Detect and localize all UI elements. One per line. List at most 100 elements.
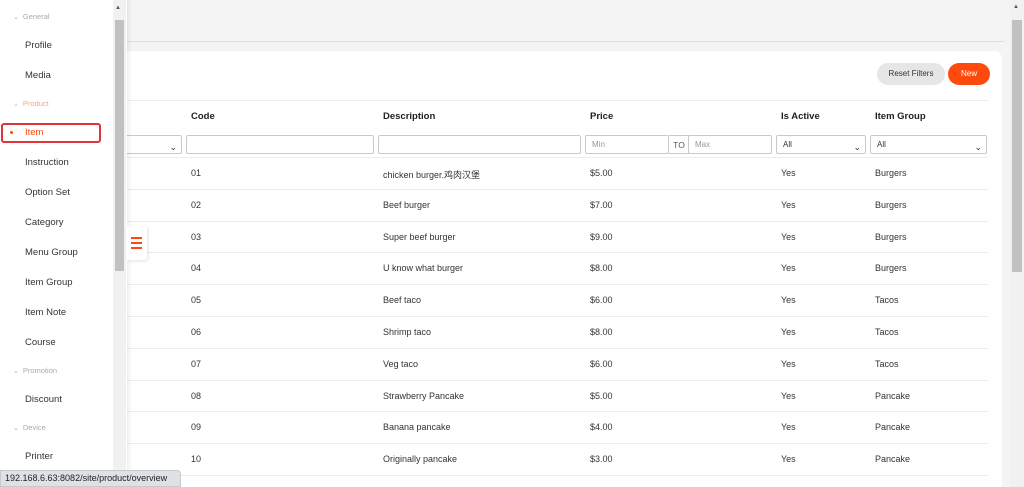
price-min-placeholder: Min xyxy=(592,140,605,149)
item-group-select-value: All xyxy=(877,140,886,149)
header-price[interactable]: Price xyxy=(590,111,613,122)
page-scrollbar-thumb[interactable] xyxy=(1012,20,1022,272)
item-group-select[interactable]: All ⌄ xyxy=(870,135,987,154)
section-label: Product xyxy=(22,99,49,108)
hamburger-icon xyxy=(131,237,142,239)
header-divider xyxy=(127,41,1004,42)
cell-description: Originally pancake xyxy=(383,454,458,465)
sidebar-scrollbar-thumb[interactable] xyxy=(115,20,124,271)
sidebar-item-printer[interactable]: Printer xyxy=(25,451,53,462)
header-code[interactable]: Code xyxy=(191,111,215,122)
cell-description: chicken burger.鸡肉汉堡 xyxy=(383,170,481,180)
cell-item-group: Burgers xyxy=(875,231,907,242)
cell-price: $8.00 xyxy=(590,327,613,337)
chevron-down-icon: ⌄ xyxy=(853,142,861,152)
cell-is-active: Yes xyxy=(781,231,796,242)
sidebar-item-media[interactable]: Media xyxy=(25,70,51,81)
sidebar-item-menu-group[interactable]: Menu Group xyxy=(25,247,78,258)
price-max-input[interactable]: Max xyxy=(688,135,772,154)
cell-item-group: Burgers xyxy=(875,168,907,178)
scroll-up-arrow-icon[interactable]: ▲ xyxy=(115,5,121,11)
row-divider xyxy=(127,443,988,445)
sidebar-item-option-set[interactable]: Option Set xyxy=(25,187,70,198)
cell-is-active: Yes xyxy=(781,358,796,369)
sidebar-item-discount[interactable]: Discount xyxy=(25,394,62,405)
row-divider xyxy=(127,411,988,413)
price-max-placeholder: Max xyxy=(695,140,711,149)
code-filter-input[interactable] xyxy=(186,135,374,154)
cell-price: $8.00 xyxy=(590,263,613,274)
chevron-down-icon: ⌄ xyxy=(13,368,19,375)
sidebar-item-category[interactable]: Category xyxy=(25,217,64,228)
scroll-up-arrow-icon[interactable]: ▲ xyxy=(1013,4,1019,10)
cell-price: $9.00 xyxy=(590,231,613,242)
sidebar-item-instruction[interactable]: Instruction xyxy=(25,157,69,168)
cell-code: 08 xyxy=(191,390,202,401)
cell-item-group: Pancake xyxy=(875,454,911,465)
cell-item-group: Burgers xyxy=(875,199,907,210)
sidebar-item-item[interactable]: Item xyxy=(25,127,43,138)
cell-is-active: Yes xyxy=(781,263,796,274)
hamburger-icon xyxy=(131,247,142,249)
cell-price: $6.00 xyxy=(590,295,613,306)
cell-description: Banana pancake xyxy=(383,422,451,433)
cell-is-active: Yes xyxy=(781,390,796,401)
cell-price: $7.00 xyxy=(590,199,613,210)
cell-is-active: Yes xyxy=(781,327,796,337)
sidebar-item-profile[interactable]: Profile xyxy=(25,40,52,51)
row-divider xyxy=(127,220,988,222)
row-divider xyxy=(127,188,988,190)
active-item-highlight xyxy=(1,123,101,143)
cell-code: 04 xyxy=(191,263,202,274)
description-filter-input[interactable] xyxy=(378,135,581,154)
section-product[interactable]: ⌄ Product xyxy=(13,99,49,108)
is-active-select[interactable]: All ⌄ xyxy=(776,135,866,154)
menu-toggle-button[interactable] xyxy=(127,226,147,260)
cell-code: 09 xyxy=(191,422,202,433)
sidebar-item-item-group[interactable]: Item Group xyxy=(25,277,73,288)
cell-description: Strawberry Pancake xyxy=(383,390,465,401)
chevron-down-icon: ⌄ xyxy=(13,101,19,108)
cell-is-active: Yes xyxy=(781,454,796,465)
cell-code: 01 xyxy=(191,168,202,178)
header-description[interactable]: Description xyxy=(383,111,435,122)
section-device[interactable]: ⌄ Device xyxy=(13,423,46,432)
section-label: Device xyxy=(22,423,46,432)
price-min-input[interactable]: Min xyxy=(585,135,669,154)
cell-price: $4.00 xyxy=(590,422,613,433)
cell-description: Beef taco xyxy=(383,295,422,306)
sidebar-item-course[interactable]: Course xyxy=(25,337,56,348)
cell-item-group: Pancake xyxy=(875,422,911,433)
header-is-active[interactable]: Is Active xyxy=(781,111,820,122)
main-area: Reset Filters New Code Description Price… xyxy=(0,0,1010,487)
chevron-down-icon: ⌄ xyxy=(13,14,19,21)
header-item-group[interactable]: Item Group xyxy=(875,111,926,122)
sidebar-item-item-note[interactable]: Item Note xyxy=(25,307,66,318)
is-active-select-value: All xyxy=(783,140,792,149)
cell-description: Super beef burger xyxy=(383,231,456,242)
cell-item-group: Burgers xyxy=(875,263,907,274)
section-promotion[interactable]: ⌄ Promotion xyxy=(13,366,57,375)
cell-is-active: Yes xyxy=(781,422,796,433)
reset-filters-button[interactable]: Reset Filters xyxy=(877,63,945,85)
section-label: General xyxy=(22,12,50,21)
cell-code: 06 xyxy=(191,327,202,337)
cell-description: Beef burger xyxy=(383,199,431,210)
filter-select[interactable]: ⌄ xyxy=(120,135,182,154)
cell-code: 05 xyxy=(191,295,202,306)
cell-description: Shrimp taco xyxy=(383,327,432,337)
cell-item-group: Tacos xyxy=(875,295,899,306)
divider xyxy=(127,157,988,158)
cell-description: Veg taco xyxy=(383,358,419,369)
cell-price: $6.00 xyxy=(590,358,613,369)
row-divider xyxy=(127,284,988,286)
chevron-down-icon: ⌄ xyxy=(974,142,982,152)
new-button[interactable]: New xyxy=(948,63,990,85)
cell-is-active: Yes xyxy=(781,168,796,178)
cell-code: 07 xyxy=(191,358,202,369)
cell-code: 03 xyxy=(191,231,202,242)
content-card xyxy=(110,51,1002,487)
section-general[interactable]: ⌄ General xyxy=(13,12,50,21)
row-divider xyxy=(127,379,988,381)
row-divider xyxy=(127,252,988,254)
